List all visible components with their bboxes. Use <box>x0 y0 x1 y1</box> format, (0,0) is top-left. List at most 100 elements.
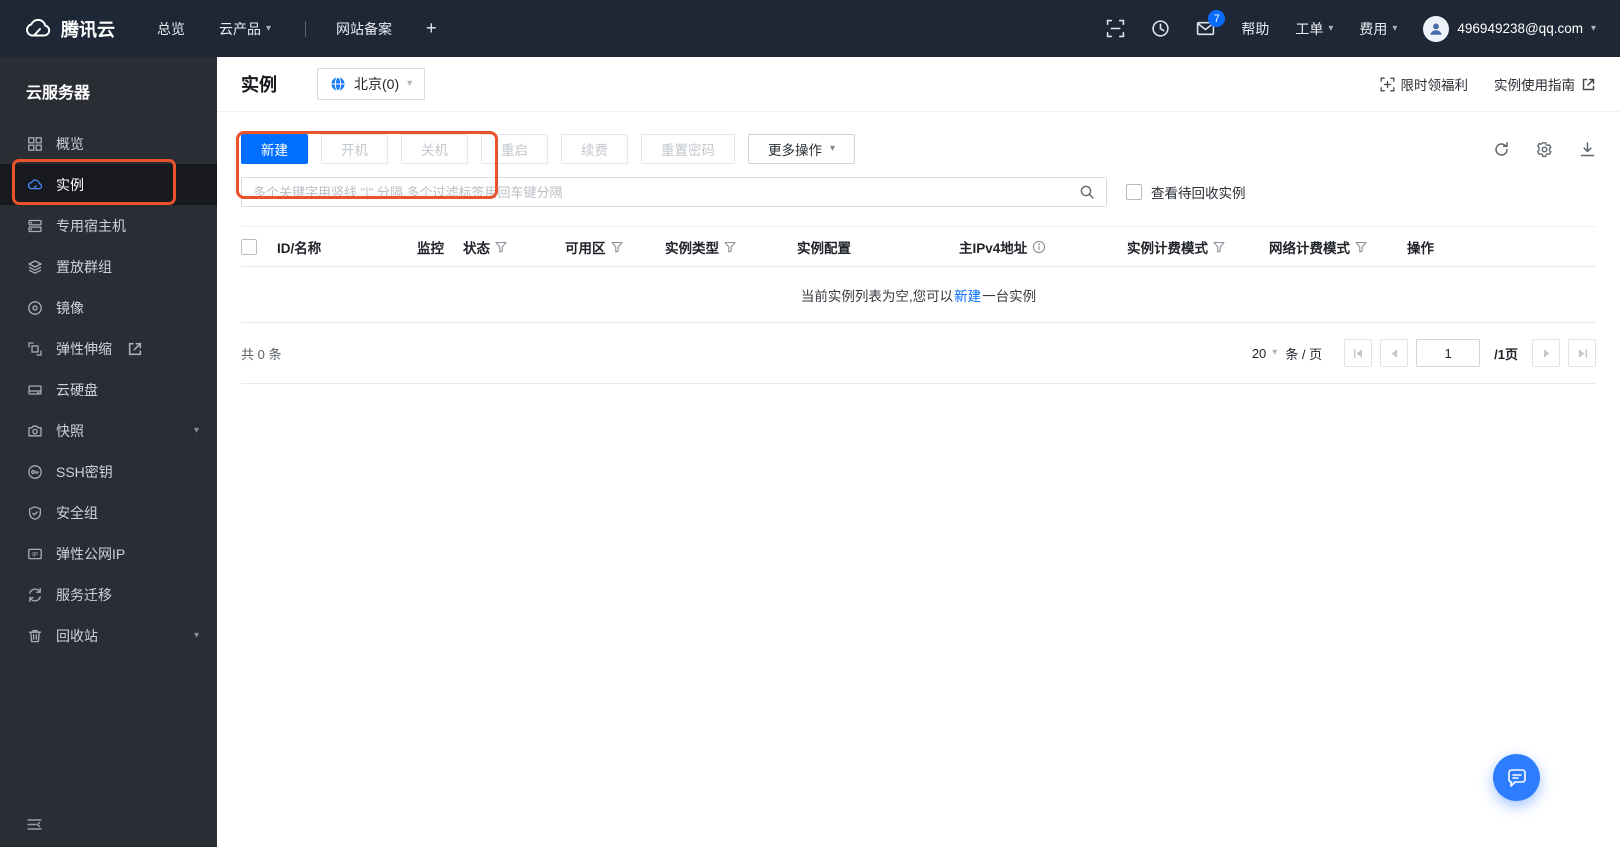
migration-icon <box>29 587 41 602</box>
empty-state: 当前实例列表为空,您可以 新建 一台实例 <box>241 267 1596 323</box>
key-icon <box>28 464 42 479</box>
restart-button[interactable]: 重启 <box>481 134 548 164</box>
shield-icon <box>29 505 41 520</box>
col-instance-type: 实例类型 <box>665 237 797 257</box>
col-monitor: 监控 <box>417 240 444 256</box>
refresh-icon[interactable] <box>1493 141 1510 158</box>
col-zone: 可用区 <box>565 237 665 257</box>
select-all-checkbox[interactable] <box>241 238 257 255</box>
sidebar-item-snapshots[interactable]: 快照 ▾ <box>0 410 217 451</box>
last-page-button[interactable] <box>1568 339 1596 367</box>
table-footer: 共 0 条 20 ▾ 条 / 页 /1页 <box>241 323 1596 384</box>
pagination: 20 ▾ 条 / 页 /1页 <box>1252 339 1596 367</box>
chevron-down-icon: ▾ <box>266 22 272 34</box>
sidebar: 云服务器 概览 实例 专用宿主机 置放群组 镜像 弹性伸缩 云硬盘 快照 ▾ S… <box>0 57 217 847</box>
chevron-down-icon[interactable]: ▾ <box>194 630 199 641</box>
filter-icon[interactable] <box>724 241 736 253</box>
next-icon <box>1543 348 1549 358</box>
search-input[interactable] <box>253 184 1079 200</box>
sidebar-item-cloud-disks[interactable]: 云硬盘 <box>0 369 217 410</box>
create-button[interactable]: 新建 <box>241 134 308 164</box>
filter-icon[interactable] <box>1213 241 1225 253</box>
recycle-filter[interactable]: 查看待回收实例 <box>1126 182 1246 202</box>
sidebar-item-recycle-bin[interactable]: 回收站 ▾ <box>0 615 217 656</box>
sidebar-item-auto-scaling[interactable]: 弹性伸缩 <box>0 328 217 369</box>
recycle-label: 查看待回收实例 <box>1151 186 1246 201</box>
page-size-select[interactable]: 20 ▾ <box>1252 346 1278 361</box>
chevron-down-icon: ▾ <box>1328 22 1334 34</box>
page-title: 实例 <box>241 75 277 95</box>
history-clock-icon[interactable] <box>1151 19 1170 38</box>
col-actions: 操作 <box>1407 240 1434 256</box>
chevron-down-icon: ▾ <box>1392 22 1398 34</box>
sidebar-item-service-migration[interactable]: 服务迁移 <box>0 574 217 615</box>
cloud-logo-icon <box>26 19 51 37</box>
filter-icon[interactable] <box>610 241 623 253</box>
nav-divider <box>305 20 307 37</box>
search-row: 查看待回收实例 <box>241 177 1596 207</box>
next-page-button[interactable] <box>1532 339 1560 367</box>
nav-add-button[interactable]: + <box>426 18 437 39</box>
reset-password-button[interactable]: 重置密码 <box>641 134 735 164</box>
sidebar-item-ssh-keys[interactable]: SSH密钥 <box>0 451 217 492</box>
chat-bubble-icon <box>1507 768 1526 787</box>
col-primary-ipv4: 主IPv4地址 <box>959 237 1127 257</box>
info-icon[interactable] <box>1032 240 1046 254</box>
camera-icon <box>28 425 42 436</box>
filter-icon[interactable] <box>1355 241 1367 253</box>
recycle-checkbox[interactable] <box>1126 184 1142 200</box>
ip-icon: IP <box>28 548 42 559</box>
page-total-label: /1页 <box>1494 346 1518 362</box>
sidebar-item-eip[interactable]: IP 弹性公网IP <box>0 533 217 574</box>
header-links: 限时领福利 实例使用指南 <box>1380 74 1597 94</box>
console-scan-icon[interactable] <box>1106 19 1125 38</box>
nav-overview[interactable]: 总览 <box>157 19 185 39</box>
renew-button[interactable]: 续费 <box>561 134 628 164</box>
chat-support-button[interactable] <box>1493 754 1540 801</box>
toolbar-icon-group <box>1493 141 1596 158</box>
external-link-icon <box>1582 78 1595 90</box>
prev-page-button[interactable] <box>1380 339 1409 367</box>
per-page-label: 条 / 页 <box>1285 346 1323 362</box>
settings-gear-icon[interactable] <box>1536 141 1553 158</box>
nav-icp[interactable]: 网站备案 <box>336 19 392 39</box>
benefit-icon <box>1380 77 1394 91</box>
nav-billing[interactable]: 费用 ▾ <box>1359 19 1397 39</box>
shutdown-button[interactable]: 关机 <box>401 134 468 164</box>
chevron-down-icon[interactable]: ▾ <box>194 425 199 436</box>
message-count-badge: 7 <box>1208 10 1226 27</box>
nav-ticket[interactable]: 工单 ▾ <box>1295 19 1333 39</box>
sidebar-item-placement-groups[interactable]: 置放群组 <box>0 246 217 287</box>
first-page-button[interactable] <box>1344 339 1373 367</box>
account-menu[interactable]: 496949238@qq.com ▾ <box>1423 15 1596 42</box>
promo-link[interactable]: 限时领福利 <box>1380 74 1468 94</box>
top-navbar: 腾讯云 总览 云产品 ▾ 网站备案 + 7 帮助 工单 ▾ 费用 ▾ 49694… <box>0 0 1620 57</box>
avatar <box>1423 15 1450 42</box>
nav-products[interactable]: 云产品 ▾ <box>219 19 271 39</box>
download-icon[interactable] <box>1579 141 1596 158</box>
chevron-down-icon: ▾ <box>830 143 836 154</box>
sidebar-item-dedicated-hosts[interactable]: 专用宿主机 <box>0 205 217 246</box>
empty-text-suffix: 一台实例 <box>982 288 1037 304</box>
disc-icon <box>28 300 42 315</box>
account-email: 496949238@qq.com <box>1457 21 1583 36</box>
sidebar-item-instances[interactable]: 实例 <box>0 164 217 205</box>
search-icon[interactable] <box>1079 184 1095 200</box>
region-selector[interactable]: 北京(0) ▾ <box>317 68 426 100</box>
filter-icon[interactable] <box>495 241 507 253</box>
empty-create-link[interactable]: 新建 <box>954 285 981 305</box>
guide-link[interactable]: 实例使用指南 <box>1494 74 1596 94</box>
instance-table: ID/名称 监控 状态 可用区 实例类型 实例配置 主IPv4地址 实例计费模式… <box>241 226 1596 384</box>
messages-button[interactable]: 7 <box>1196 10 1226 38</box>
col-instance-billing: 实例计费模式 <box>1127 237 1269 257</box>
page-number-input[interactable] <box>1416 339 1481 367</box>
start-button[interactable]: 开机 <box>321 134 388 164</box>
sidebar-item-security-groups[interactable]: 安全组 <box>0 492 217 533</box>
sidebar-item-images[interactable]: 镜像 <box>0 287 217 328</box>
nav-help[interactable]: 帮助 <box>1241 19 1269 39</box>
more-actions-button[interactable]: 更多操作 ▾ <box>748 134 856 164</box>
sidebar-item-overview[interactable]: 概览 <box>0 123 217 164</box>
total-count: 共 0 条 <box>241 346 282 362</box>
brand-logo[interactable]: 腾讯云 <box>24 16 115 42</box>
collapse-sidebar-icon[interactable] <box>26 816 43 833</box>
